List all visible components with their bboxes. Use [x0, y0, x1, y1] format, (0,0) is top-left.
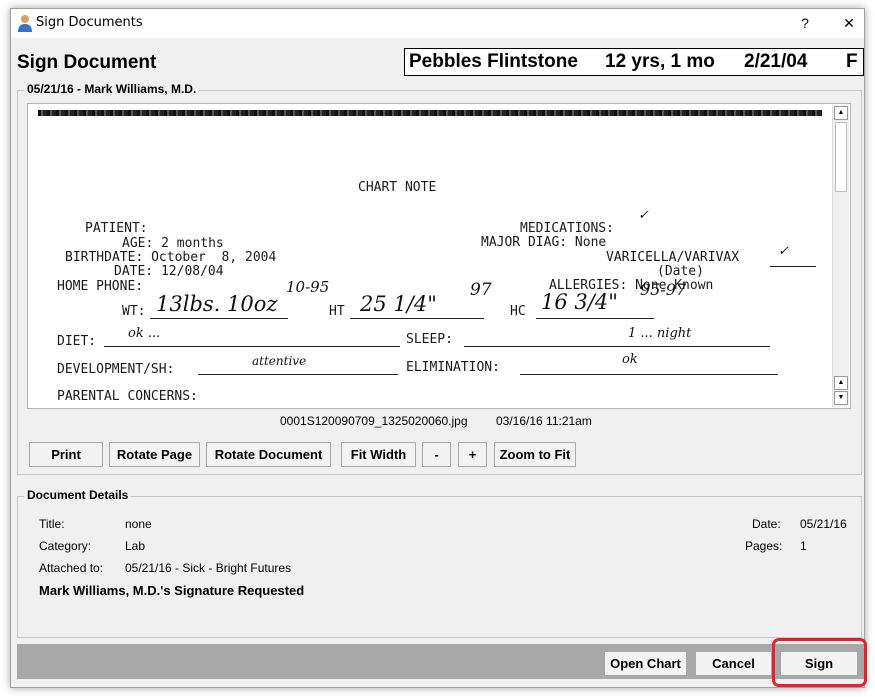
zoom-in-button[interactable]: + [458, 442, 487, 467]
scan-birthdate: BIRTHDATE: October 8, 2004 [65, 250, 277, 265]
patient-name: Pebbles Flintstone [409, 51, 578, 72]
help-button[interactable]: ? [793, 13, 817, 33]
scan-diet-line [104, 346, 400, 347]
document-viewer-group: 05/21/16 - Mark Williams, M.D. CHART NOT… [17, 82, 862, 475]
scan-hc-value: 16 3/4" [541, 290, 618, 314]
scan-medications: MEDICATIONS: [520, 221, 614, 236]
scan-wt-percentile: 10-95 [286, 278, 330, 296]
rotate-page-button[interactable]: Rotate Page [109, 442, 200, 467]
scan-varicella: VARICELLA/VARIVAX [606, 250, 740, 265]
pages-value: 1 [800, 539, 807, 553]
scroll-up-icon-lower[interactable]: ▲ [834, 376, 848, 390]
scan-date-paren: (Date) [657, 264, 704, 279]
scan-patient: PATIENT: [85, 221, 148, 236]
scan-major-diag: MAJOR DIAG: None [481, 235, 607, 250]
document-filename: 0001S120090709_1325020060.jpg [280, 414, 468, 428]
user-icon [18, 15, 32, 32]
scrollbar-thumb[interactable] [835, 122, 847, 192]
patient-sex: F [846, 51, 858, 72]
pages-label: Pages: [745, 539, 783, 553]
patient-banner: Pebbles Flintstone 12 yrs, 1 mo 2/21/04 … [404, 48, 864, 76]
scan-parental-concerns: PARENTAL CONCERNS: [57, 389, 198, 404]
category-label: Category: [39, 539, 92, 553]
scan-date: DATE: 12/08/04 [114, 264, 224, 279]
scan-medications-check: ✓ [638, 208, 649, 223]
scan-wt-value: 13lbs. 10oz [156, 292, 278, 316]
zoom-to-fit-button[interactable]: Zoom to Fit [494, 442, 576, 467]
scan-diet-label: DIET: [57, 334, 97, 349]
scan-sleep-label: SLEEP: [406, 332, 453, 347]
scan-development-line [198, 374, 398, 375]
rotate-document-button[interactable]: Rotate Document [206, 442, 331, 467]
scan-sleep-value: 1 ... night [628, 326, 692, 341]
scan-sleep-line [464, 346, 770, 347]
print-button[interactable]: Print [29, 442, 103, 467]
document-group-legend: 05/21/16 - Mark Williams, M.D. [24, 82, 200, 96]
close-button[interactable]: ✕ [837, 13, 861, 33]
title-value: none [125, 517, 152, 531]
patient-age: 12 yrs, 1 mo [605, 51, 715, 72]
scan-top-edge [38, 110, 822, 116]
details-group-legend: Document Details [24, 488, 132, 502]
attached-to-value: 05/21/16 - Sick - Bright Futures [125, 561, 292, 575]
title-label: Title: [39, 517, 65, 531]
date-label: Date: [752, 517, 781, 531]
scan-wt-label: WT: [122, 304, 146, 319]
zoom-out-button[interactable]: - [422, 442, 451, 467]
scan-ht-line [350, 318, 484, 319]
sign-documents-window: Sign Documents ? ✕ Sign Document Pebbles… [10, 8, 867, 688]
sign-button-highlight [772, 638, 867, 687]
scan-elimination-value: ok [622, 352, 638, 367]
document-scrollbar[interactable]: ▲ ▲ ▼ [832, 105, 849, 407]
attached-to-label: Attached to: [39, 561, 104, 575]
scan-hc-percentile: 95-97 [640, 280, 687, 299]
scan-hc-label: HC [510, 304, 526, 319]
scan-hc-line [536, 318, 654, 319]
open-chart-button[interactable]: Open Chart [604, 651, 687, 676]
title-bar: Sign Documents ? ✕ [11, 9, 864, 38]
scan-ht-percentile: 97 [470, 280, 492, 300]
scan-elimination-label: ELIMINATION: [406, 360, 500, 375]
patient-dob: 2/21/04 [744, 51, 808, 72]
scan-varicella-line [770, 266, 816, 267]
scan-elimination-line [520, 374, 778, 375]
document-details-group: Document Details Title: none Category: L… [17, 488, 862, 638]
window-title: Sign Documents [36, 15, 143, 30]
scan-varicella-check: ✓ [778, 244, 789, 259]
scroll-up-icon[interactable]: ▲ [834, 106, 848, 120]
scan-home-phone: HOME PHONE: [57, 279, 144, 294]
scan-diet-value: ok ... [128, 326, 161, 341]
category-value: Lab [125, 539, 146, 553]
scroll-down-icon[interactable]: ▼ [834, 391, 848, 405]
fit-width-button[interactable]: Fit Width [341, 442, 416, 467]
scan-wt-line [150, 318, 288, 319]
scan-development-value: attentive [252, 354, 307, 368]
document-preview[interactable]: CHART NOTE PATIENT: AGE: 2 months BIRTHD… [27, 103, 851, 409]
scan-title: CHART NOTE [358, 180, 437, 195]
scan-development-label: DEVELOPMENT/SH: [57, 362, 175, 377]
scan-age: AGE: 2 months [122, 236, 224, 251]
scan-ht-value: 25 1/4" [360, 292, 437, 316]
date-value: 05/21/16 [800, 517, 847, 531]
scan-ht-label: HT [329, 304, 345, 319]
scanned-chart-note: CHART NOTE PATIENT: AGE: 2 months BIRTHD… [38, 110, 822, 408]
cancel-button[interactable]: Cancel [695, 651, 772, 676]
document-timestamp: 03/16/16 11:21am [496, 414, 592, 428]
page-title: Sign Document [17, 52, 157, 73]
signature-status: Mark Williams, M.D.'s Signature Requeste… [39, 583, 305, 598]
